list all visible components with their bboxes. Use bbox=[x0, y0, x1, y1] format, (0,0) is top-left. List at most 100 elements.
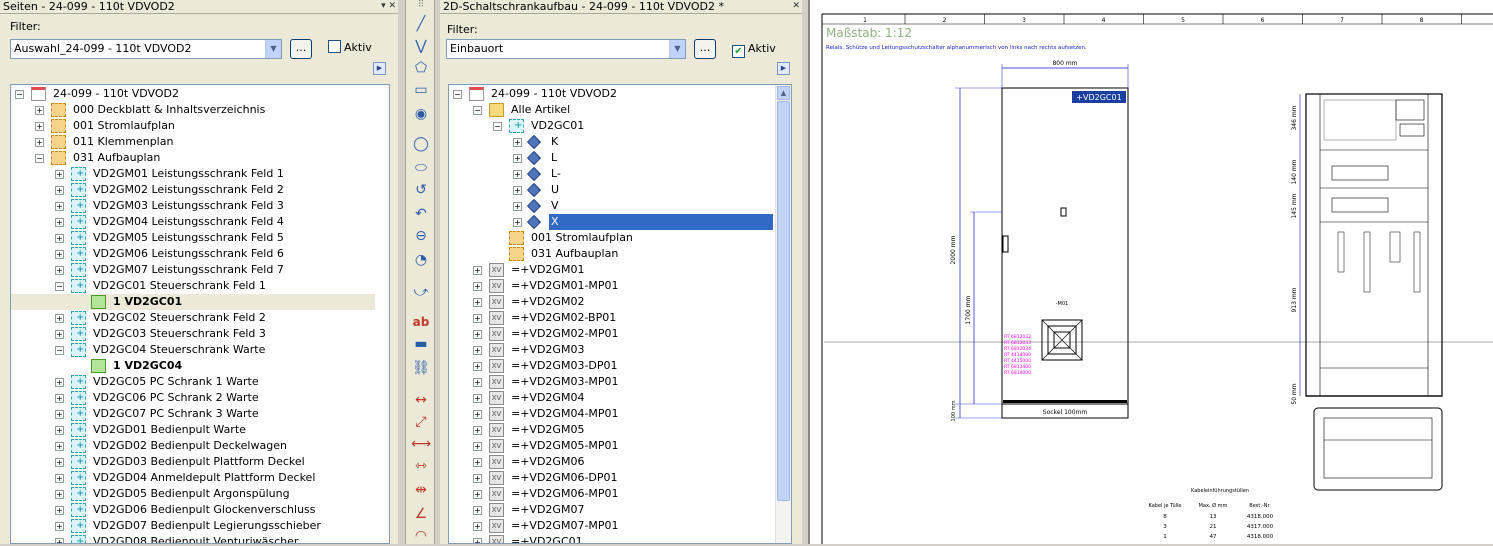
tree-node[interactable]: + XV =+VD2GM06-MP01 bbox=[449, 486, 777, 502]
expand-icon[interactable]: + bbox=[473, 442, 482, 451]
expand-icon[interactable]: + bbox=[55, 442, 64, 451]
tree-node[interactable]: + VD2GM03 Leistungsschrank Feld 3 bbox=[11, 198, 375, 214]
tree-node[interactable]: + VD2GD07 Bedienpult Legierungsschieber bbox=[11, 518, 375, 534]
expand-icon[interactable]: + bbox=[55, 474, 64, 483]
collapse-icon[interactable]: − bbox=[35, 154, 44, 163]
tree-node[interactable]: + V bbox=[449, 198, 777, 214]
expand-icon[interactable]: + bbox=[473, 298, 482, 307]
expand-icon[interactable]: + bbox=[55, 314, 64, 323]
expand-icon[interactable]: + bbox=[55, 490, 64, 499]
dimension-angle-icon[interactable]: ∠ bbox=[411, 504, 431, 524]
tree-node[interactable]: 1 VD2GC01 bbox=[11, 294, 375, 310]
expand-icon[interactable]: + bbox=[473, 506, 482, 515]
expand-icon[interactable]: + bbox=[55, 378, 64, 387]
tree-node[interactable]: + VD2GM06 Leistungsschrank Feld 6 bbox=[11, 246, 375, 262]
tree-node[interactable]: + VD2GD02 Bedienpult Deckelwagen bbox=[11, 438, 375, 454]
dimension-icon[interactable]: ↔ bbox=[411, 390, 431, 410]
expand-icon[interactable]: + bbox=[513, 138, 522, 147]
tree-node[interactable]: 001 Stromlaufplan bbox=[449, 230, 777, 246]
filter-select[interactable]: Einbauort ▼ bbox=[446, 39, 686, 59]
circle-section-icon[interactable]: ⊖ bbox=[411, 226, 431, 246]
tree-node[interactable]: + VD2GD06 Bedienpult Glockenverschluss bbox=[11, 502, 375, 518]
collapse-icon[interactable]: − bbox=[473, 106, 482, 115]
ellipse-view-icon[interactable]: ◔ bbox=[411, 250, 431, 270]
expand-icon[interactable]: + bbox=[473, 282, 482, 291]
scroll-up-icon[interactable]: ▲ bbox=[777, 86, 790, 100]
tree-node[interactable]: + XV =+VD2GM05 bbox=[449, 422, 777, 438]
tree-node[interactable]: + XV =+VD2GM01-MP01 bbox=[449, 278, 777, 294]
tree-node[interactable]: + XV =+VD2GM07-MP01 bbox=[449, 518, 777, 534]
dimension-chain-icon[interactable]: ⟷ bbox=[411, 434, 431, 454]
tree-node[interactable]: + VD2GC03 Steuerschrank Feld 3 bbox=[11, 326, 375, 342]
tree-node[interactable]: + L- bbox=[449, 166, 777, 182]
polyline-icon[interactable]: ⋁ bbox=[411, 36, 431, 56]
expand-icon[interactable]: + bbox=[35, 122, 44, 131]
tree-node[interactable]: + XV =+VD2GM02-MP01 bbox=[449, 326, 777, 342]
tree-node[interactable]: + VD2GD04 Anmeldepult Plattform Deckel bbox=[11, 470, 375, 486]
tree-node[interactable]: +011 Klemmenplan bbox=[11, 134, 375, 150]
tree-node[interactable]: − 031 Aufbauplan bbox=[11, 150, 375, 166]
ellipse-icon[interactable]: ⬭ bbox=[411, 158, 431, 178]
expand-icon[interactable]: + bbox=[513, 170, 522, 179]
arc-icon[interactable]: ↺ bbox=[411, 180, 431, 200]
tree-node[interactable]: + XV =+VD2GM06 bbox=[449, 454, 777, 470]
scroll-thumb[interactable] bbox=[777, 101, 790, 501]
tree-node[interactable]: + VD2GD05 Bedienpult Argonspülung bbox=[11, 486, 375, 502]
tree-node[interactable]: + XV =+VD2GM04 bbox=[449, 390, 777, 406]
node-icon[interactable]: ◉ bbox=[411, 104, 431, 124]
rectangle-icon[interactable]: ▭ bbox=[411, 80, 431, 100]
tree-node[interactable]: + VD2GD08 Bedienpult Venturiwäscher bbox=[11, 534, 375, 543]
tree-node[interactable]: + VD2GC05 PC Schrank 1 Warte bbox=[11, 374, 375, 390]
dimension-baseline-icon[interactable]: ⇿ bbox=[411, 456, 431, 476]
tree-node[interactable]: + L bbox=[449, 150, 777, 166]
expand-icon[interactable]: + bbox=[473, 378, 482, 387]
circle-icon[interactable]: ◯ bbox=[411, 134, 431, 154]
tree-node[interactable]: + XV =+VD2GM03-MP01 bbox=[449, 374, 777, 390]
tree-node[interactable]: + VD2GM07 Leistungsschrank Feld 7 bbox=[11, 262, 375, 278]
tree-node[interactable]: + VD2GM02 Leistungsschrank Feld 2 bbox=[11, 182, 375, 198]
dimension-increment-icon[interactable]: ⇹ bbox=[411, 480, 431, 500]
tree-node[interactable]: + VD2GC06 PC Schrank 2 Warte bbox=[11, 390, 375, 406]
expand-icon[interactable]: + bbox=[473, 314, 482, 323]
expand-icon[interactable]: + bbox=[55, 410, 64, 419]
expand-icon[interactable]: + bbox=[473, 410, 482, 419]
expand-icon[interactable]: + bbox=[55, 250, 64, 259]
expand-icon[interactable]: + bbox=[473, 266, 482, 275]
expand-icon[interactable]: + bbox=[55, 538, 64, 543]
tree-node[interactable]: + XV =+VD2GM04-MP01 bbox=[449, 406, 777, 422]
expand-icon[interactable]: + bbox=[513, 186, 522, 195]
expand-icon[interactable]: + bbox=[473, 426, 482, 435]
aktiv-checkbox[interactable]: Aktiv bbox=[328, 40, 372, 54]
tree-node[interactable]: + XV =+VD2GM02 bbox=[449, 294, 777, 310]
expand-icon[interactable]: + bbox=[513, 202, 522, 211]
expand-icon[interactable]: + bbox=[473, 458, 482, 467]
dimension-radius-icon[interactable]: ◠ bbox=[411, 526, 431, 546]
tree-node[interactable]: + XV =+VD2GM05-MP01 bbox=[449, 438, 777, 454]
tree-node[interactable]: + VD2GD03 Bedienpult Plattform Deckel bbox=[11, 454, 375, 470]
tree-node[interactable]: + XV =+VD2GM06-DP01 bbox=[449, 470, 777, 486]
tree-node[interactable]: − Alle Artikel bbox=[449, 102, 777, 118]
checkbox-box[interactable] bbox=[328, 40, 341, 53]
expand-icon[interactable]: + bbox=[513, 154, 522, 163]
expand-icon[interactable]: + bbox=[55, 186, 64, 195]
expand-icon[interactable]: + bbox=[55, 506, 64, 515]
grip-icon[interactable]: ⠿ bbox=[411, 0, 431, 10]
pages-tree[interactable]: − 24-099 - 110t VDVOD2 +000 Deckblatt & In… bbox=[10, 84, 390, 544]
tree-node[interactable]: − VD2GC04 Steuerschrank Warte bbox=[11, 342, 375, 358]
tree-node[interactable]: + XV =+VD2GC01 bbox=[449, 534, 777, 543]
expand-icon[interactable]: + bbox=[473, 474, 482, 483]
tree-node[interactable]: + VD2GM04 Leistungsschrank Feld 4 bbox=[11, 214, 375, 230]
collapse-icon[interactable]: − bbox=[493, 122, 502, 131]
collapse-icon[interactable]: − bbox=[55, 282, 64, 291]
expand-icon[interactable]: + bbox=[55, 234, 64, 243]
filter-browse-button[interactable]: ... bbox=[694, 39, 716, 59]
expand-icon[interactable]: + bbox=[55, 330, 64, 339]
tree-node[interactable]: + X bbox=[449, 214, 777, 230]
splitter[interactable] bbox=[398, 0, 405, 544]
tree-node[interactable]: + XV =+VD2GM03 bbox=[449, 342, 777, 358]
image-icon[interactable]: ▬ bbox=[411, 334, 431, 354]
tree-node[interactable]: + VD2GM05 Leistungsschrank Feld 5 bbox=[11, 230, 375, 246]
chevron-down-icon[interactable]: ▼ bbox=[669, 40, 685, 58]
pane-menu-icon[interactable]: ▾ ✕ bbox=[381, 0, 396, 13]
close-icon[interactable]: ✕ bbox=[792, 0, 800, 13]
